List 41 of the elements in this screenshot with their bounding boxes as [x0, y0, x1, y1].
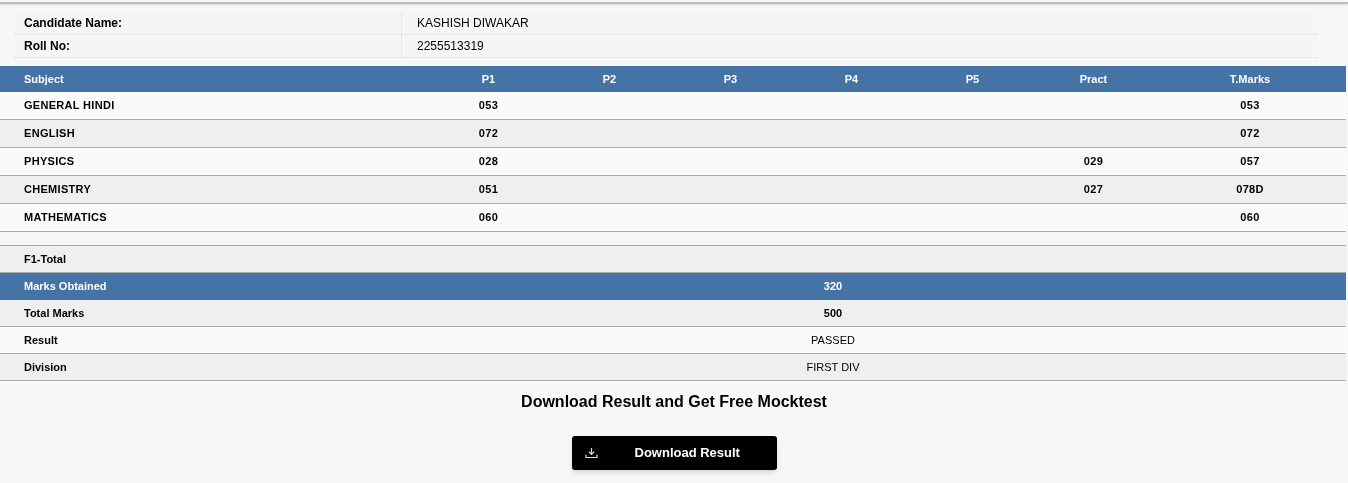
summary-label: Result	[24, 333, 58, 346]
download-button[interactable]: Download Result	[571, 436, 777, 470]
summary-label: Total Marks	[24, 306, 85, 319]
column-header: P1	[481, 72, 496, 85]
table-cell: 078D	[1236, 183, 1264, 196]
table-cell: 060	[1240, 211, 1260, 224]
table-cell: 027	[1083, 183, 1104, 196]
column-header: Subject	[24, 72, 64, 85]
summary-label: Marks Obtained	[24, 279, 107, 292]
table-cell: MATHEMATICS	[24, 211, 107, 224]
column-header: P3	[723, 72, 738, 85]
table-cell: GENERAL HINDI	[24, 99, 115, 112]
download-heading: Download Result and Get Free Mocktest	[521, 392, 827, 412]
table-cell: 053	[478, 99, 499, 112]
summary-label: Division	[24, 360, 67, 373]
table-cell: 029	[1083, 155, 1104, 168]
table-cell: PHYSICS	[24, 155, 75, 168]
summary-value: FIRST DIV	[806, 360, 860, 373]
table-cell: 072	[1240, 127, 1260, 140]
table-cell: 057	[1240, 155, 1260, 168]
download-icon	[584, 447, 598, 459]
summary-value: 320	[823, 279, 843, 292]
table-cell: ENGLISH	[24, 127, 75, 140]
summary-label: F1-Total	[24, 252, 66, 265]
column-header: Pract	[1079, 72, 1108, 85]
field-label: Roll No:	[24, 38, 70, 55]
column-header: P4	[844, 72, 859, 85]
field-label: Candidate Name:	[24, 15, 123, 32]
field-value: KASHISH DIWAKAR	[416, 15, 529, 32]
column-header: T.Marks	[1229, 72, 1271, 85]
table-cell: 028	[478, 155, 499, 168]
column-header: P5	[965, 72, 980, 85]
column-header: P2	[602, 72, 617, 85]
summary-value: PASSED	[811, 333, 855, 346]
field-value: 2255513319	[416, 38, 484, 55]
summary-value: 500	[823, 306, 843, 319]
table-cell: 060	[478, 211, 499, 224]
table-cell: CHEMISTRY	[24, 183, 92, 196]
table-cell: 053	[1240, 99, 1260, 112]
table-cell: 072	[478, 127, 499, 140]
table-cell: 051	[478, 183, 499, 196]
